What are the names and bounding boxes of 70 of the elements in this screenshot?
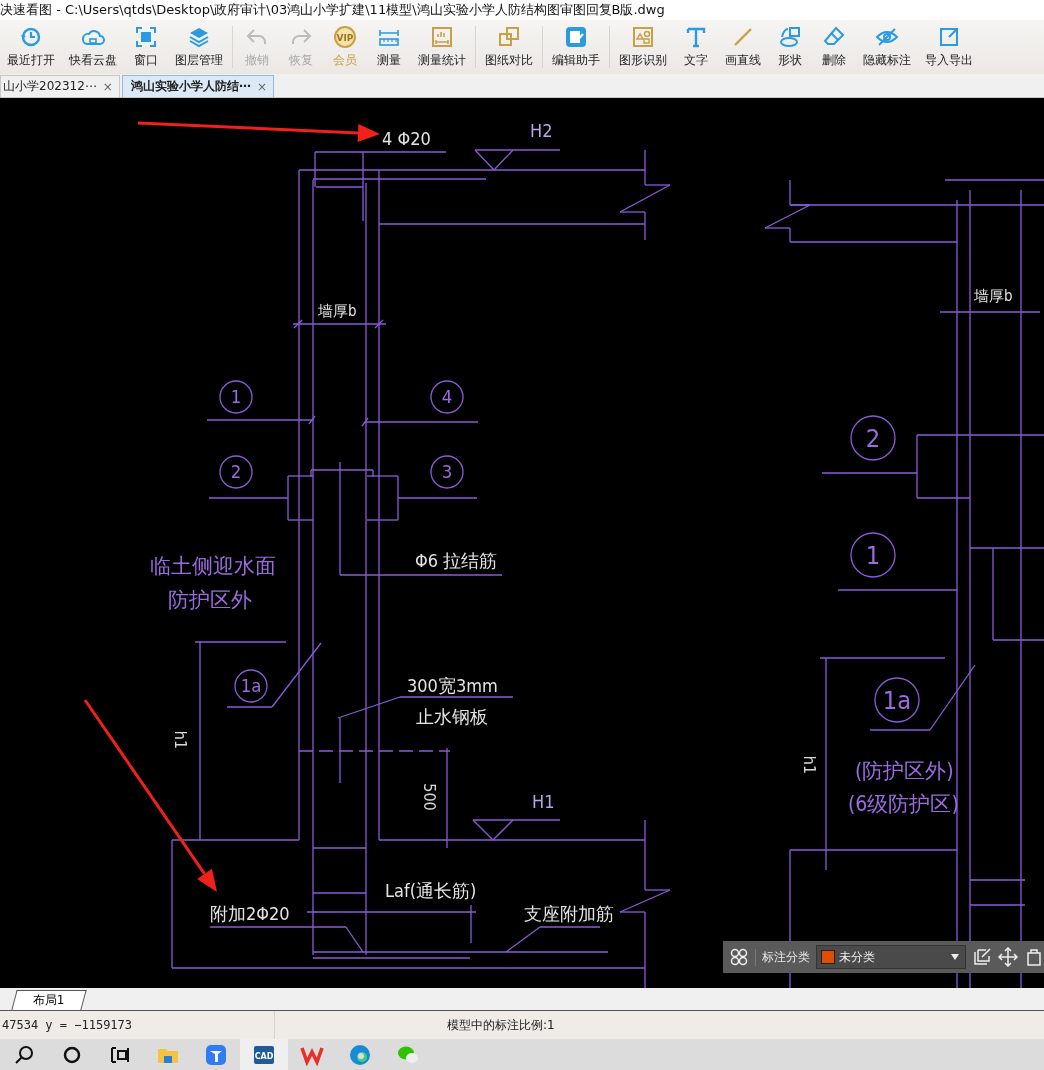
drawing-label: 4 Φ20 xyxy=(382,128,431,149)
drawing-label: 防护区外 xyxy=(168,588,252,612)
export-icon xyxy=(937,25,961,49)
toolbar-button[interactable]: 编辑助手 xyxy=(545,20,607,74)
shapes-icon xyxy=(631,25,655,49)
toolbar-button[interactable]: 隐藏标注 xyxy=(856,20,918,74)
toolbar-button[interactable]: 最近打开 xyxy=(0,20,62,74)
dimension-text: h1 xyxy=(800,755,819,775)
browser-icon xyxy=(348,1043,372,1067)
dimension-text: h1 xyxy=(171,730,190,750)
callout-bubble: 1 xyxy=(219,380,253,414)
toolbar-button[interactable]: 测量统计 xyxy=(411,20,473,74)
drawing-label: 止水钢板 xyxy=(416,706,488,727)
toolbar-button[interactable]: 形状 xyxy=(768,20,812,74)
drawing-label: (6级防护区) xyxy=(848,792,959,816)
toolbar-button[interactable]: 文字 xyxy=(674,20,718,74)
window-icon xyxy=(134,25,158,49)
annotation-scale: 模型中的标注比例:1 xyxy=(447,1016,555,1034)
toolbar-button[interactable]: 删除 xyxy=(812,20,856,74)
close-button[interactable]: × xyxy=(256,79,267,94)
edit-icon[interactable] xyxy=(972,947,992,967)
callout-bubble: 3 xyxy=(430,455,464,489)
app-icon xyxy=(204,1043,228,1067)
shapes-icon xyxy=(778,25,802,49)
dimension-text: 500 xyxy=(420,783,439,811)
toolbar-button[interactable]: 画直线 xyxy=(718,20,768,74)
category-dropdown[interactable]: 未分类 xyxy=(816,945,966,969)
drawing-label: 墙厚b xyxy=(318,302,357,320)
drawing-label: Laf(通长筋) xyxy=(385,880,477,901)
clipboard-icon[interactable] xyxy=(1024,947,1044,967)
file-tab[interactable]: 鸿山实验小学人防结⋯ × xyxy=(121,75,274,97)
close-button[interactable]: × xyxy=(102,79,113,94)
callout-bubble: 1a xyxy=(874,677,920,723)
toolbar-button[interactable]: 测量 xyxy=(367,20,411,74)
callout-bubble: 1a xyxy=(234,669,268,703)
chart-icon xyxy=(430,25,454,49)
move-icon[interactable] xyxy=(998,947,1018,967)
drawing-label: H2 xyxy=(530,120,553,141)
clock-icon xyxy=(19,25,43,49)
file-tab[interactable]: 山小学202312⋯ × xyxy=(0,75,120,97)
drawing-label: 附加2Φ20 xyxy=(210,903,290,924)
toolbar-button[interactable]: 图层管理 xyxy=(168,20,230,74)
text-icon xyxy=(684,25,708,49)
drawing-label: 支座附加筋 xyxy=(524,903,614,924)
toolbar-button[interactable]: 图形识别 xyxy=(612,20,674,74)
layers-icon xyxy=(187,25,211,49)
toolbar-button[interactable]: 导入导出 xyxy=(918,20,980,74)
overlapping-squares-icon xyxy=(497,25,521,49)
taskbar-button[interactable]: CAD xyxy=(240,1039,288,1070)
category-label: 标注分类 xyxy=(755,948,810,966)
toolbar-button[interactable]: 快看云盘 xyxy=(62,20,124,74)
callout-bubble: 1 xyxy=(850,532,896,578)
window-title: 决速看图 - C:\Users\qtds\Desktop\政府审计\03鸿山小学扩建\11模型\鸿山实验小学人防结构图审图回复B版.dwg xyxy=(0,1,665,19)
callout-bubble: 2 xyxy=(219,455,253,489)
toolbar-button[interactable]: 图纸对比 xyxy=(478,20,540,74)
grid-icon[interactable] xyxy=(729,947,749,967)
drawing-label: H1 xyxy=(532,791,555,812)
cad-app-icon: CAD xyxy=(252,1043,276,1067)
callout-bubble: 2 xyxy=(850,415,896,461)
toolbar-button[interactable]: 窗口 xyxy=(124,20,168,74)
drawing-label: 300宽3mm xyxy=(407,675,498,696)
drawing-label: Φ6 拉结筋 xyxy=(415,550,498,571)
drawing-label: 墙厚b xyxy=(974,287,1013,305)
document-edit-icon xyxy=(564,25,588,49)
layout-tab[interactable]: 布局1 xyxy=(11,990,87,1010)
callout-bubble: 4 xyxy=(430,380,464,414)
drawing-label: (防护区外) xyxy=(855,759,954,783)
drawing-label: 临土侧迎水面 xyxy=(150,554,276,578)
caret-icon xyxy=(951,954,959,960)
vip-badge-icon: VIP xyxy=(333,25,357,49)
